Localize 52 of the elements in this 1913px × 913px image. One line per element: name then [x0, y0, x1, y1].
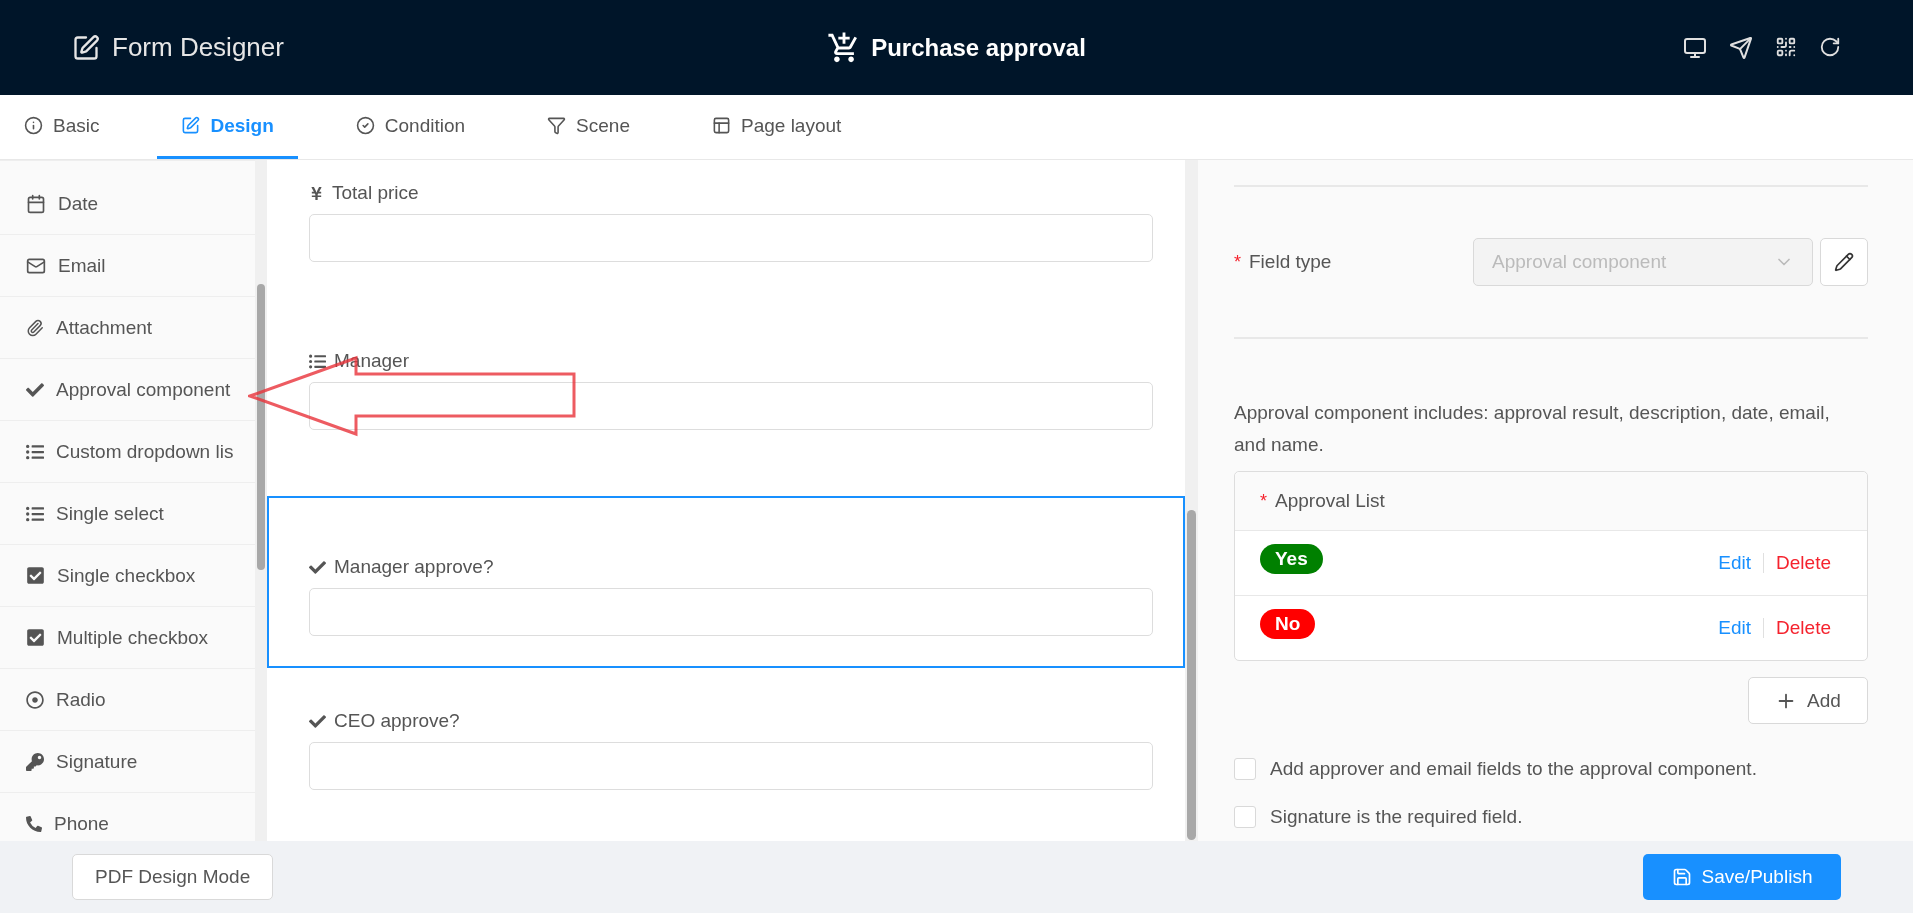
pdf-design-mode-button[interactable]: PDF Design Mode — [72, 854, 274, 900]
send-icon[interactable] — [1729, 35, 1753, 60]
field-label: CEO approve? — [334, 710, 460, 732]
yen-icon — [309, 185, 324, 201]
tab[interactable]: Scene — [523, 95, 654, 159]
form-field[interactable]: CEO approve? — [267, 688, 1185, 832]
edit-button[interactable] — [1820, 238, 1868, 286]
tab[interactable]: Condition — [331, 95, 490, 159]
form-field[interactable]: Manager approve? — [267, 496, 1185, 668]
checkbox[interactable] — [1234, 806, 1256, 828]
paperclip-icon — [26, 318, 44, 337]
save-icon — [1671, 867, 1692, 887]
check-icon — [309, 558, 326, 576]
list-icon — [26, 504, 44, 523]
delete-link[interactable]: Delete — [1776, 552, 1831, 574]
field-type-label: Field type — [1249, 251, 1332, 273]
description-text: Approval component includes: approval result, description, date, email, and name. — [1234, 401, 1831, 457]
key-icon — [26, 752, 44, 771]
funnel-icon — [547, 116, 567, 135]
phone-icon — [26, 815, 42, 832]
form-title: Purchase approval — [871, 33, 1086, 62]
approval-tag: Yes — [1260, 544, 1323, 574]
approval-tag: No — [1260, 609, 1316, 639]
add-button[interactable]: Add — [1748, 677, 1868, 724]
checkbox-label: Add approver and email fields to the approval component. — [1270, 758, 1757, 780]
form-field[interactable]: Total price — [267, 160, 1185, 304]
edit-icon — [72, 33, 100, 62]
app-title: Form Designer — [112, 32, 284, 63]
list-icon — [26, 442, 44, 461]
calendar-icon — [26, 193, 46, 214]
field-label: Manager approve? — [334, 556, 494, 578]
edit-icon — [181, 116, 201, 135]
checkbox-icon — [26, 566, 45, 585]
tab[interactable]: Basic — [0, 95, 124, 159]
list-icon — [309, 352, 326, 370]
required-mark: * — [1234, 251, 1241, 273]
monitor-icon[interactable] — [1683, 35, 1707, 60]
check-icon — [26, 380, 44, 399]
delete-link[interactable]: Delete — [1776, 617, 1831, 639]
check-icon — [309, 712, 326, 730]
check-circle-icon — [355, 116, 375, 135]
checkbox[interactable] — [1234, 758, 1256, 780]
field-label: Total price — [332, 182, 419, 204]
layout-icon — [712, 116, 731, 135]
checkbox-label: Signature is the required field. — [1270, 806, 1523, 828]
checkbox-icon — [26, 628, 45, 647]
radio-icon — [26, 690, 44, 709]
tab[interactable]: Page layout — [688, 95, 866, 159]
pencil-icon — [1834, 252, 1854, 272]
required-mark: * — [1260, 490, 1267, 512]
approval-list-title: Approval List — [1275, 490, 1385, 512]
info-icon — [24, 116, 43, 135]
